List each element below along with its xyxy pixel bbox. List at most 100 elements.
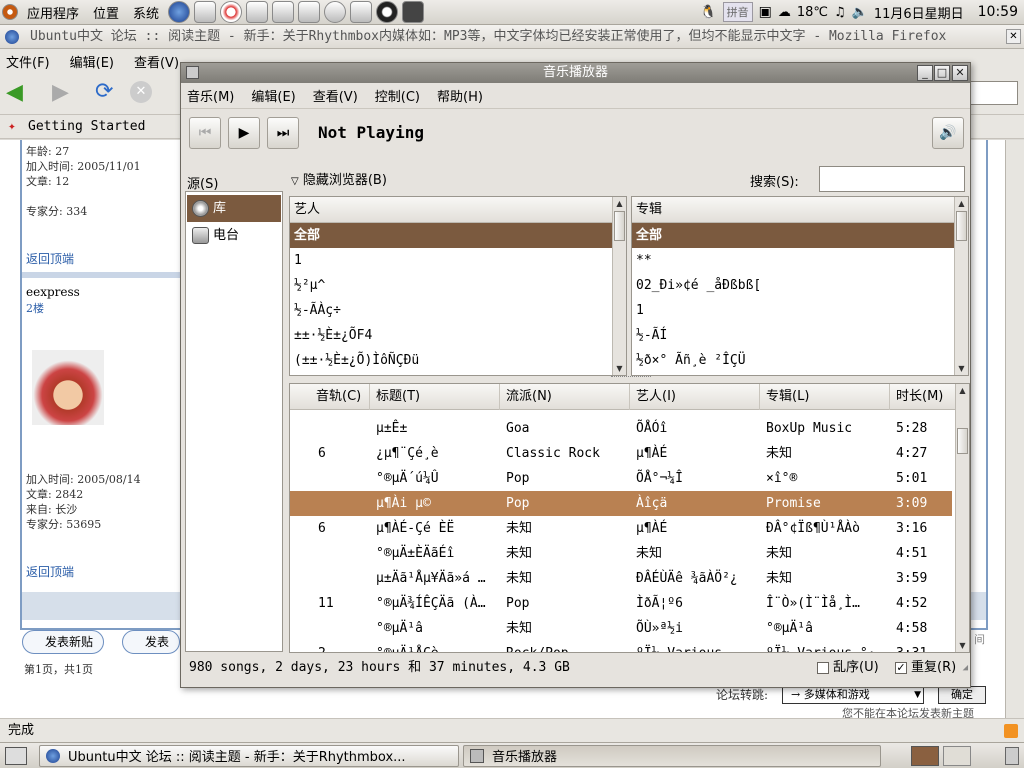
album-item[interactable]: ½-ÃÍ	[632, 323, 954, 348]
hide-browser-toggle[interactable]: ▽ 隐藏浏览器(B)	[291, 169, 387, 188]
scroll-down-icon[interactable]: ▼	[955, 362, 968, 375]
album-item[interactable]: 1	[632, 298, 954, 323]
scroll-down-icon[interactable]: ▼	[613, 362, 626, 375]
artist-item[interactable]: 全部	[290, 223, 612, 248]
cd-launcher-icon[interactable]	[324, 1, 347, 23]
scroll-up-icon[interactable]: ▲	[613, 197, 626, 210]
new-topic-button[interactable]: 发表新贴	[22, 630, 104, 654]
ff-menu-edit[interactable]: 编辑(E)	[70, 52, 124, 71]
taskbar-rhythmbox[interactable]: 音乐播放器	[463, 744, 881, 767]
system-menu[interactable]: 系统	[126, 3, 166, 22]
forward-icon[interactable]: ▶	[52, 82, 69, 104]
track-row[interactable]: °®µÄ±ÈÄãÉî 未知 未知 未知 4:51	[290, 541, 952, 566]
firefox-launcher-icon[interactable]	[168, 1, 191, 23]
track-row[interactable]: µ±Äã¹Åµ¥Äã»á … 未知 ÐÂÉÙÄê ¾ãÀÖ²¿ 未知 3:59	[290, 566, 952, 591]
scroll-up-icon[interactable]: ▲	[955, 197, 968, 210]
shuffle-toggle[interactable]: 乱序(U)	[817, 655, 879, 681]
firefox-close-button[interactable]: ✕	[1006, 29, 1021, 44]
rb-menu-help[interactable]: 帮助(H)	[437, 86, 483, 105]
track-row[interactable]: µ¶Ài µ© Pop Àîçä Promise 3:09	[290, 491, 952, 516]
rb-menu-music[interactable]: 音乐(M)	[187, 86, 234, 105]
date-text[interactable]: 11月6日星期日	[874, 3, 964, 22]
volume-button[interactable]: 🔊	[932, 117, 964, 149]
play-button[interactable]: ▶	[228, 117, 260, 149]
url-bar[interactable]	[966, 81, 1018, 105]
previous-button[interactable]: ⏮	[189, 117, 221, 149]
artist-column-header[interactable]: 艺人	[290, 197, 612, 223]
track-row[interactable]: 2 °®µÄ¹ÅÇè Rock/Pop ºÏ¼ Various ºÏ¼ Various …	[290, 641, 952, 652]
scroll-down-icon[interactable]: ▼	[956, 639, 969, 652]
stop-icon[interactable]: ✕	[130, 81, 152, 103]
artist-item[interactable]: (±±·½È±¿Õ)ÌôÑÇÐü	[290, 348, 612, 373]
source-library[interactable]: 库	[187, 195, 281, 222]
trash-icon[interactable]	[1005, 746, 1019, 765]
artist-item[interactable]: ±±·½È±¿ÕF4	[290, 323, 612, 348]
search-input[interactable]	[819, 166, 965, 192]
repeat-checkbox[interactable]: ✓	[895, 661, 907, 674]
rb-menu-control[interactable]: 控制(C)	[375, 86, 420, 105]
pane-resize-handle[interactable]	[611, 376, 651, 380]
col-artist[interactable]: 艺人(I)	[630, 384, 760, 410]
post2-username[interactable]: eexpress	[26, 285, 80, 300]
col-genre[interactable]: 流派(N)	[500, 384, 630, 410]
track-row[interactable]: 6 ¿µ¶¨Çé¸è Classic Rock µ¶ÀÉ 未知 4:27	[290, 441, 952, 466]
camera-icon[interactable]: ▣	[759, 4, 772, 20]
settings-launcher-icon[interactable]	[298, 1, 321, 23]
music-note-icon[interactable]: ♫	[834, 5, 846, 20]
minimize-button[interactable]: _	[917, 65, 933, 81]
reply-button[interactable]: 发表	[122, 630, 180, 654]
col-track[interactable]: 音轨(C)	[310, 384, 370, 410]
package-launcher-icon[interactable]	[272, 1, 295, 23]
album-scrollbar[interactable]: ▲ ▼	[954, 197, 968, 375]
applications-menu[interactable]: 应用程序	[20, 3, 86, 22]
col-title[interactable]: 标题(T)	[370, 384, 500, 410]
album-item[interactable]: ½ð×° Ãñ¸è ²ÎÇÜ	[632, 348, 954, 373]
album-item[interactable]: 全部	[632, 223, 954, 248]
show-desktop-icon[interactable]	[5, 746, 27, 765]
artist-item[interactable]: 1	[290, 248, 612, 273]
back-icon[interactable]: ◀	[6, 82, 23, 104]
post1-back-to-top-link[interactable]: 返回顶端	[26, 250, 74, 267]
game-launcher-icon[interactable]	[350, 1, 373, 23]
col-duration[interactable]: 时长(M)	[890, 384, 956, 410]
track-row[interactable]: µ±Ê± Goa ÕÅÓî BoxUp Music 5:28	[290, 416, 952, 441]
window-resize-grip[interactable]: ◢	[963, 655, 968, 681]
col-album[interactable]: 专辑(L)	[760, 384, 890, 410]
volume-icon[interactable]: 🔈	[852, 5, 868, 20]
track-row[interactable]: °®µÄ´ú¼Û Pop ÕÅ°¬¼Î ×î°® 5:01	[290, 466, 952, 491]
rb-menu-edit[interactable]: 编辑(E)	[251, 86, 295, 105]
help-launcher-icon[interactable]	[220, 1, 243, 23]
workspace-switcher-2[interactable]	[943, 745, 971, 766]
track-row[interactable]: 11 °®µÄ¾ÍÊÇÄã (À… Pop ÌðÃ¦º6 Î¨Ò»(Ì¨Ìå¸Ì… 4:5…	[290, 591, 952, 616]
places-menu[interactable]: 位置	[86, 3, 126, 22]
weather-icon[interactable]: ☁	[778, 5, 791, 20]
artist-scrollbar[interactable]: ▲ ▼	[612, 197, 626, 375]
track-row[interactable]: °®µÄ¹â 未知 ÕÙ»ª½i °®µÄ¹â 4:58	[290, 616, 952, 641]
qq-launcher-icon[interactable]	[376, 1, 399, 23]
shuffle-checkbox[interactable]	[817, 661, 829, 674]
source-radio[interactable]: 电台	[187, 222, 281, 249]
penguin-ime-icon[interactable]: 🐧	[700, 5, 716, 20]
scroll-thumb[interactable]	[614, 211, 625, 241]
terminal-launcher-icon[interactable]	[246, 1, 269, 23]
post2-back-to-top-link[interactable]: 返回顶端	[26, 563, 74, 580]
track-row[interactable]: 6 µ¶ÀÉ-Çé ÈË 未知 µ¶ÀÉ ÐÂ°¢Ïß¶Ù¹ÅÀò 3:16	[290, 516, 952, 541]
ime-indicator[interactable]: 拼音	[722, 2, 753, 22]
workspace-switcher[interactable]	[911, 745, 939, 766]
screen-launcher-icon[interactable]	[402, 1, 425, 23]
forum-jump-select[interactable]: → 多媒体和游戏 ▼	[782, 686, 924, 704]
close-button[interactable]: ✕	[952, 65, 968, 81]
track-scrollbar[interactable]: ▲ ▼	[955, 384, 969, 652]
ubuntu-logo-icon[interactable]	[2, 4, 18, 20]
ff-menu-file[interactable]: 文件(F)	[6, 52, 60, 71]
scroll-thumb[interactable]	[957, 428, 968, 454]
clock-text[interactable]: 10:59	[978, 4, 1018, 20]
rss-icon[interactable]	[1004, 724, 1018, 738]
album-column-header[interactable]: 专辑	[632, 197, 954, 223]
artist-item[interactable]: ½²µ^	[290, 273, 612, 298]
artist-item[interactable]: ½-ÃÀç÷	[290, 298, 612, 323]
next-button[interactable]: ⏭	[267, 117, 299, 149]
maximize-button[interactable]: □	[934, 65, 950, 81]
repeat-toggle[interactable]: ✓ 重复(R)	[895, 655, 956, 681]
forum-jump-confirm-button[interactable]: 确定	[938, 686, 986, 704]
